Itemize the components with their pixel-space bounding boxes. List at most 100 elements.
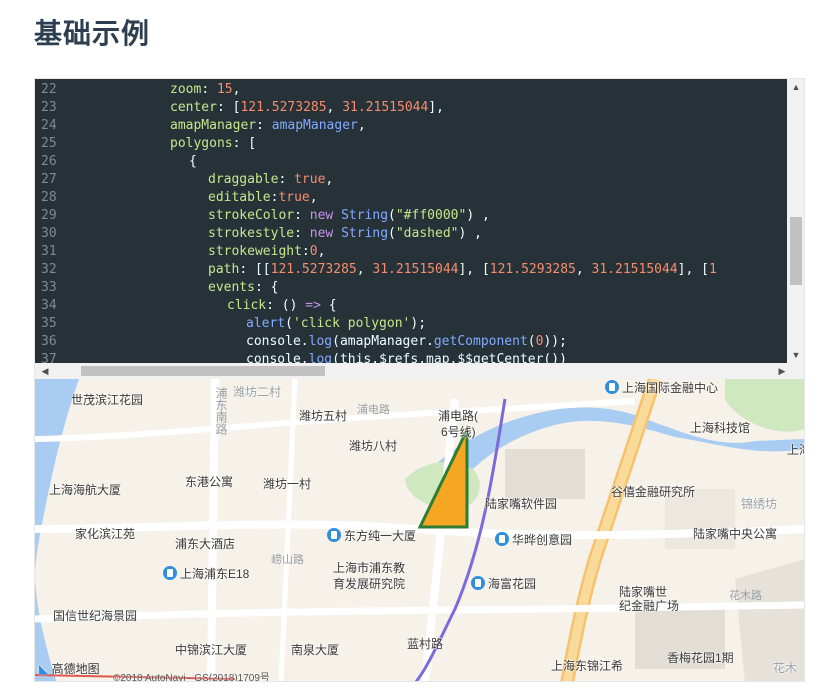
code-text: console.log(amapManager.getComponent(0))… (246, 334, 567, 349)
line-number: 22 (41, 82, 57, 97)
map-label-text: 浦电路( (438, 409, 478, 423)
map-label: 花木路 (729, 587, 762, 603)
line-number: 32 (41, 262, 57, 277)
code-line: 37 console.log(this.$refs.map.$$getCenter… (35, 351, 787, 363)
scroll-up-icon[interactable]: ▲ (787, 81, 804, 93)
map-label-text: 上海国际金融中心 (622, 381, 719, 395)
map-label-text: 花木路 (729, 590, 762, 602)
code-line: 33 events: { (35, 279, 787, 297)
map-label: 海富花园 (471, 575, 536, 592)
map-label: 世茂滨江花园 (71, 391, 143, 408)
horizontal-scrollbar[interactable]: ◀ ▶ (35, 363, 804, 379)
building-poi-icon (327, 528, 341, 542)
code-line: 26 { (35, 153, 787, 171)
code-line: 35 alert('click polygon'); (35, 315, 787, 333)
amap-logo: ◣ 高德地图 (39, 660, 100, 677)
map-label-text: 崂山路 (271, 554, 304, 566)
map-label: 上海东锦江希 (551, 657, 623, 674)
map-label: 上海国际金融中心 (605, 379, 718, 396)
line-number: 25 (41, 136, 57, 151)
map-label: 潍坊八村 (349, 437, 397, 454)
map-label: 潍坊二村 (233, 383, 281, 400)
map-label: 育发展研究院 (333, 575, 405, 592)
line-number: 34 (41, 298, 57, 313)
line-number: 31 (41, 244, 57, 259)
map-label: 浦电路 (357, 401, 390, 417)
logo-text: 高德地图 (51, 662, 100, 676)
code-text: editable:true, (208, 190, 318, 205)
map-label-text: 6号线) (441, 425, 476, 439)
map-label: 东港公寓 (185, 473, 233, 490)
map-label: 纪金融广场 (619, 597, 679, 614)
scroll-left-icon[interactable]: ◀ (39, 365, 51, 377)
map-label: 家化滨江苑 (75, 525, 135, 542)
code-text: draggable: true, (208, 172, 334, 187)
map-label-text: 上海海航大厦 (49, 483, 122, 497)
map-label-text: 国信世纪海景园 (53, 609, 138, 623)
amap-logo-icon: ◣ (39, 662, 49, 676)
code-line: 34 click: () => { (35, 297, 787, 315)
vertical-scroll-thumb[interactable] (790, 217, 802, 285)
map-label-text: 南泉大厦 (291, 643, 340, 657)
code-line: 29 strokeColor: new String("#ff0000") , (35, 207, 787, 225)
code-text: console.log(this.$refs.map.$$getCenter()… (246, 352, 567, 363)
map-label: 浦东大酒店 (175, 535, 235, 552)
map-label: 潍坊五村 (299, 407, 347, 424)
map-label-text: 东方纯一大厦 (344, 529, 417, 543)
line-number: 35 (41, 316, 57, 331)
code-text: click: () => { (227, 298, 337, 313)
map-label-text: 上海科技馆 (690, 421, 751, 435)
map-label: 南泉大厦 (291, 641, 339, 658)
map-copyright: ©2018 AutoNavi - GS(2018)1709号 (113, 673, 270, 682)
map-label-text: 蓝村路 (407, 637, 444, 651)
code-text: alert('click polygon'); (246, 316, 427, 331)
code-editor[interactable]: 22 zoom: 15, 23 center: [121.5273285, 31.21… (35, 79, 804, 379)
map-label-text: 海富花园 (488, 577, 537, 591)
map-label: 谷僖金融研究所 (611, 483, 695, 500)
code-text: strokestyle: new String("dashed") , (208, 226, 482, 241)
map-label-text: 潍坊一村 (263, 477, 312, 491)
map-label-text: 上海市浦东教 (333, 561, 406, 575)
map-label-text: 育发展研究院 (333, 577, 406, 591)
horizontal-scroll-thumb[interactable] (81, 366, 325, 376)
map-label-text: 上海 (787, 443, 804, 457)
map-label: 潍坊一村 (263, 475, 311, 492)
page-title: 基础示例 (34, 18, 151, 49)
code-text: center: [121.5273285, 31.21515044], (170, 100, 444, 115)
map-label: 崂山路 (271, 551, 304, 567)
scroll-right-icon[interactable]: ▶ (773, 365, 791, 377)
line-number: 33 (41, 280, 57, 295)
map-label: 东方纯一大厦 (327, 527, 416, 544)
map-label-text: 纪金融广场 (619, 599, 680, 613)
code-text: strokeweight:0, (208, 244, 326, 259)
building-poi-icon (163, 566, 177, 580)
amap-map[interactable]: 世茂滨江花园 潍坊二村潍坊五村浦电路 浦电路( 6号线) 上海国际金融中心上海科技馆上海… (35, 379, 804, 682)
map-label-text: 陆家嘴软件园 (485, 497, 558, 511)
line-number: 24 (41, 118, 57, 133)
building-poi-icon (471, 576, 485, 590)
code-text: { (189, 154, 197, 169)
map-label-text: 香梅花园1期 (667, 651, 734, 665)
map-label: 上海科技馆 (690, 419, 750, 436)
line-number: 26 (41, 154, 57, 169)
code-line: 23 center: [121.5273285, 31.21515044], (35, 99, 787, 117)
map-label-text: 浦东大酒店 (175, 537, 236, 551)
scroll-down-icon[interactable]: ▼ (787, 349, 804, 361)
map-label-text: 上海东锦江希 (551, 659, 624, 673)
map-label: 上海海航大厦 (49, 481, 121, 498)
map-label: 6号线) (441, 423, 476, 440)
code-text: events: { (208, 280, 279, 295)
code-text: polygons: [ (170, 136, 257, 151)
vertical-scrollbar[interactable]: ▲ ▼ (787, 79, 804, 363)
demo-frame: 22 zoom: 15, 23 center: [121.5273285, 31.21… (34, 78, 805, 682)
map-label: 陆家嘴中央公寓 (693, 525, 777, 542)
code-line: 36 console.log(amapManager.getComponent(0… (35, 333, 787, 351)
line-number: 29 (41, 208, 57, 223)
code-line: 24 amapManager: amapManager, (35, 117, 787, 135)
code-text: amapManager: amapManager, (170, 118, 366, 133)
code-line: 25 polygons: [ (35, 135, 787, 153)
code-text: path: [[121.5273285, 31.21515044], [121.… (208, 262, 717, 277)
map-label-text: 陆家嘴中央公寓 (693, 527, 778, 541)
map-label-text: 浦东南路 (214, 387, 228, 435)
map-label: 国信世纪海景园 (53, 607, 137, 624)
